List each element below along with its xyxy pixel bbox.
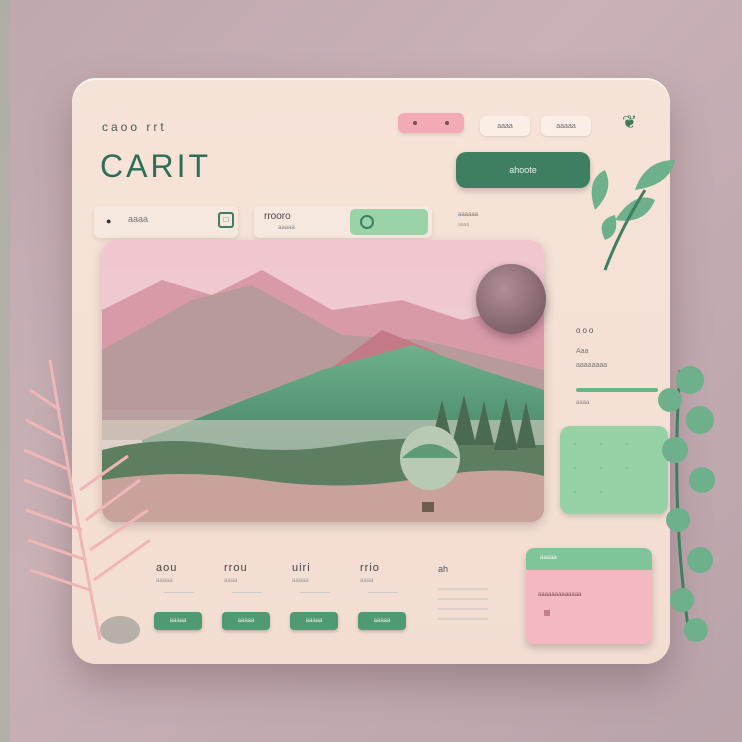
filter-field-sub: aaaaa [278,225,295,231]
green-leaves-top-decoration [591,160,675,271]
filter-field-label: rrooro [264,211,291,222]
eyebrow-text: caoo rrt [102,120,167,134]
text-line [438,608,488,610]
notification-text: aaaaaaaaaaaaa [538,592,582,598]
backdrop-edge [0,0,10,742]
leaf-icon: ❦ [622,112,638,132]
calendar-cell: ◦ [600,490,603,496]
pink-fern-decoration [23,359,151,644]
text-line [438,598,488,600]
checkbox-icon[interactable]: □ [218,212,234,228]
notification-header-text: aaaaa [540,555,557,561]
stat-value: uiri [292,562,311,574]
calendar-cell: ◦ [574,442,577,448]
side-row: aaaaaaaa [576,362,608,369]
calendar-cell: ◦ [600,466,603,472]
info-title: ah [438,564,449,574]
stat-sub: aaaaa [292,578,309,584]
text-line [438,618,488,620]
stat-sub: aaaa [360,578,374,584]
stat-sub: aaaa [224,578,238,584]
stat-button[interactable]: aaaaa [290,612,338,630]
moon-sphere [476,264,546,334]
calendar-cell: ◦ [626,442,629,448]
top-pill-b[interactable]: aaaaa [541,116,591,136]
stat-value: rrou [224,562,248,574]
green-vine-decoration [658,366,715,642]
dot-icon [445,121,449,125]
stat-card: uiri aaaaa [286,548,342,608]
side-row: Aaa [576,348,589,355]
calendar-cell: ◦ [574,466,577,472]
top-pill-a[interactable]: aaaa [480,116,530,136]
stat-button[interactable]: aaaaa [358,612,406,630]
brand-title: CARIT [100,148,211,184]
top-pink-pill[interactable] [398,113,464,133]
stat-card: rrio aaaa [354,548,410,608]
stat-button[interactable]: aaaaa [222,612,270,630]
search-field[interactable]: ● aaaa □ [94,206,238,238]
text-line [438,588,488,590]
filter-field[interactable]: rrooro aaaaa [254,206,432,238]
dot-icon [413,121,417,125]
calendar-cell: ◦ [574,490,577,496]
divider [300,592,330,593]
calendar-cell: ◦ [600,442,603,448]
calendar-cell: ◦ [626,466,629,472]
info-field: aaaaaa aaaa [448,206,516,238]
toggle-button[interactable] [350,209,428,235]
search-field-label: aaaa [128,214,149,224]
notification-marker [544,610,550,616]
stat-value: rrio [360,562,380,574]
cta-button[interactable]: ahoote [456,152,590,188]
divider [232,592,262,593]
circle-icon [360,215,374,229]
stat-card: rrou aaaa [218,548,274,608]
side-sub-text: aaaa [576,400,590,406]
bullet-icon: ● [106,216,112,226]
side-panel-title: ooo [576,326,596,335]
info-field-label: aaaaaa [458,212,479,218]
divider [368,592,398,593]
info-field-sub: aaaa [458,222,470,228]
